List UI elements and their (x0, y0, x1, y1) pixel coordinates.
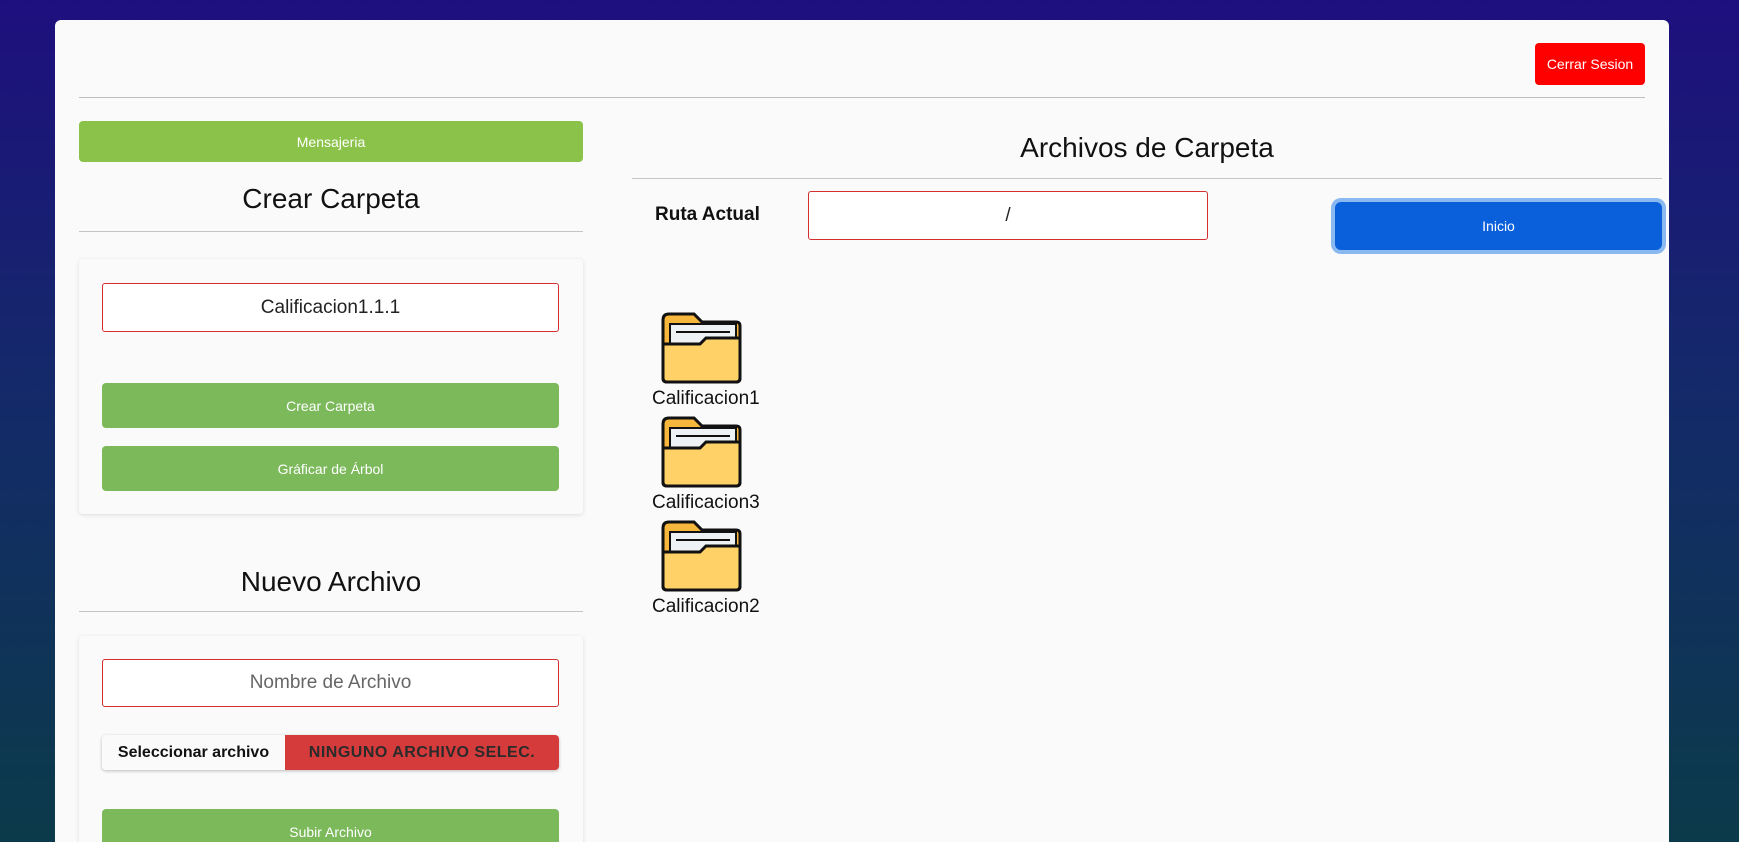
path-input[interactable] (808, 191, 1208, 240)
folder-item[interactable]: Calificacion2 (652, 518, 772, 618)
upload-file-button[interactable]: Subir Archivo (102, 809, 559, 842)
file-picker[interactable]: Seleccionar archivo NINGUNO ARCHIVO SELE… (102, 735, 559, 770)
home-button[interactable]: Inicio (1335, 202, 1662, 250)
select-file-button[interactable]: Seleccionar archivo (102, 735, 285, 770)
folder-item[interactable]: Calificacion1 (652, 310, 772, 410)
folder-name-input[interactable] (102, 283, 559, 332)
messaging-button[interactable]: Mensajeria (79, 121, 583, 162)
header-divider (79, 97, 1645, 98)
folder-icon (661, 520, 742, 592)
create-folder-divider (79, 231, 583, 232)
no-file-selected-label: NINGUNO ARCHIVO SELEC. (285, 735, 559, 770)
folder-item[interactable]: Calificacion3 (652, 414, 772, 514)
create-folder-panel: Crear Carpeta Gráficar de Árbol (79, 259, 583, 514)
folder-icon (661, 312, 742, 384)
main-card: Cerrar Sesion Mensajeria Crear Carpeta C… (55, 20, 1669, 842)
folder-name: Calificacion1 (652, 388, 760, 409)
path-label: Ruta Actual (655, 204, 760, 225)
folder-icon (661, 416, 742, 488)
new-file-title: Nuevo Archivo (240, 566, 422, 597)
files-divider (632, 178, 1662, 179)
file-name-input[interactable] (102, 659, 559, 707)
files-title: Archivos de Carpeta (1020, 132, 1274, 163)
create-folder-button[interactable]: Crear Carpeta (102, 383, 559, 428)
logout-button[interactable]: Cerrar Sesion (1535, 43, 1645, 85)
folder-name: Calificacion3 (652, 492, 760, 513)
new-file-divider (79, 611, 583, 612)
create-folder-title: Crear Carpeta (242, 183, 420, 214)
new-file-panel: Seleccionar archivo NINGUNO ARCHIVO SELE… (79, 636, 583, 842)
folder-name: Calificacion2 (652, 596, 760, 617)
graph-tree-button[interactable]: Gráficar de Árbol (102, 446, 559, 491)
